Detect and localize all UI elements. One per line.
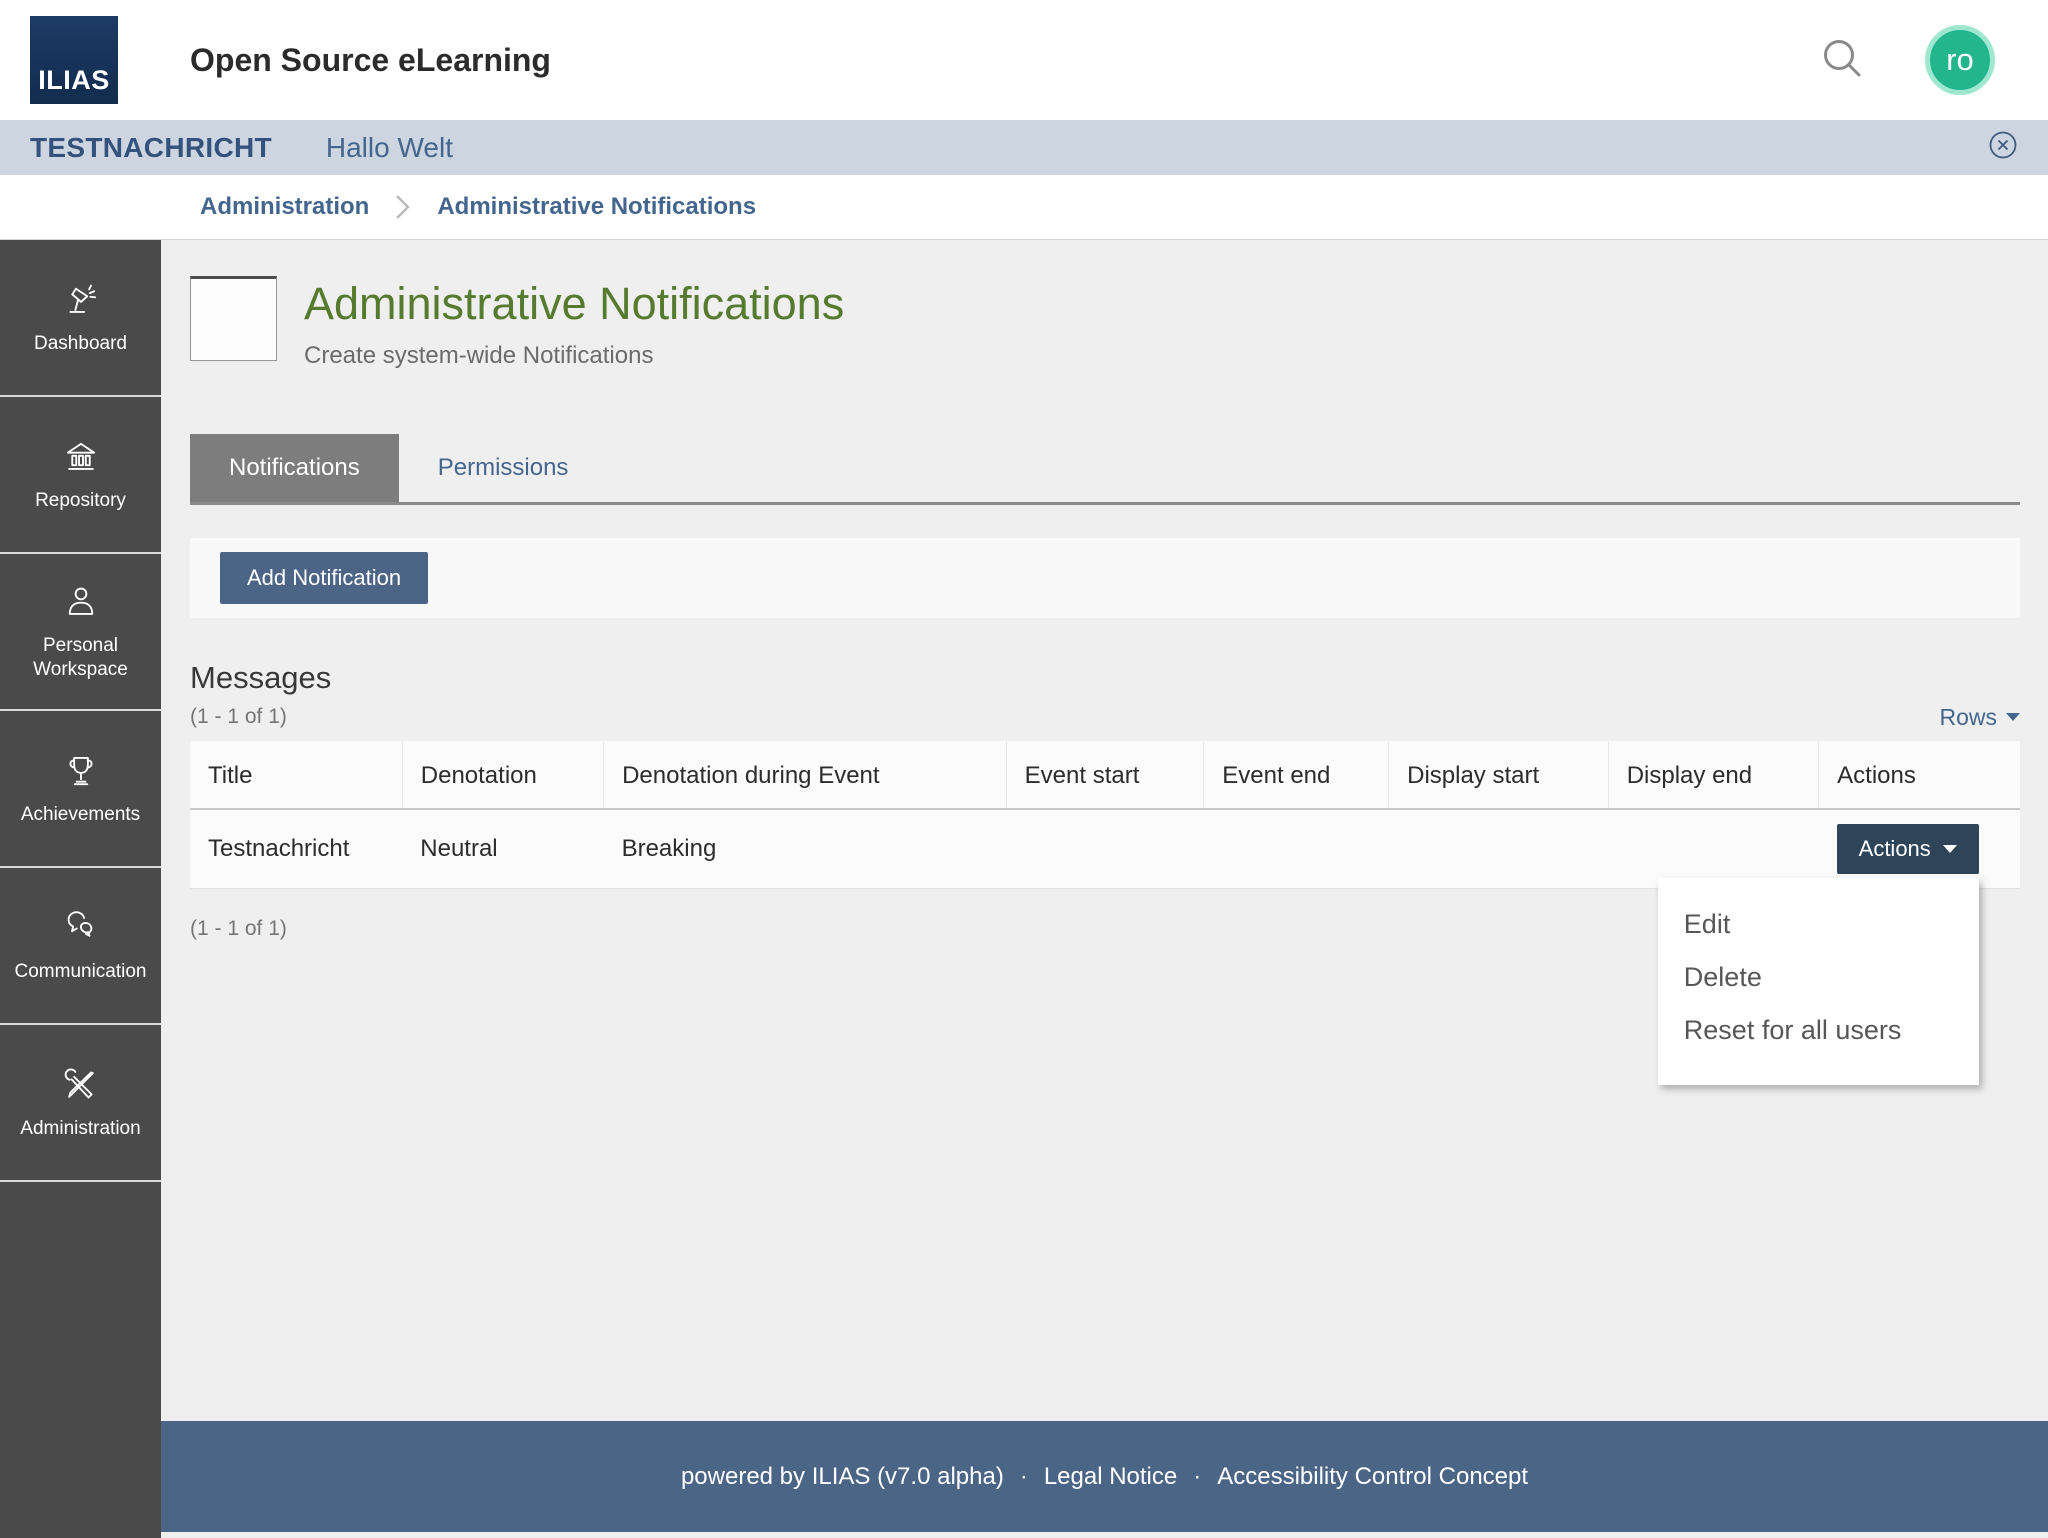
avatar-initials: ro — [1946, 42, 1974, 77]
chevron-down-icon — [1942, 844, 1957, 853]
person-icon — [61, 582, 101, 622]
search-button[interactable] — [1817, 34, 1869, 86]
footer-powered-by: powered by ILIAS (v7.0 alpha) — [680, 1462, 1004, 1490]
top-bar: ILIAS Open Source eLearning ro — [0, 0, 2048, 120]
column-header-display-end: Display end — [1608, 740, 1820, 810]
page-header: Administrative Notifications Create syst… — [190, 276, 2020, 370]
sidebar-item-administration[interactable]: Administration — [0, 1025, 161, 1182]
system-notification-bar: TESTNACHRICHT Hallo Welt — [0, 120, 2048, 175]
menu-item-delete[interactable]: Delete — [1658, 951, 1979, 1004]
menu-item-reset-for-all-users[interactable]: Reset for all users — [1658, 1004, 1979, 1057]
cell-display-start — [1389, 809, 1609, 888]
column-header-denotation-during-event: Denotation during Event — [603, 740, 1007, 810]
breadcrumb: Administration Administrative Notificati… — [0, 175, 2048, 240]
actions-button-label: Actions — [1858, 835, 1931, 861]
speech-bubbles-icon — [61, 908, 101, 948]
page-title: Administrative Notifications — [304, 278, 845, 329]
sidebar-item-label: Repository — [35, 489, 126, 511]
tab-notifications[interactable]: Notifications — [190, 433, 399, 502]
avatar[interactable]: ro — [1925, 25, 1995, 95]
table-row: Testnachricht Neutral Breaking Actions E… — [190, 809, 2020, 1085]
notification-message: Hallo Welt — [325, 131, 453, 163]
footer-link-accessibility[interactable]: Accessibility Control Concept — [1217, 1463, 1528, 1491]
sidebar-item-personal-workspace[interactable]: Personal Workspace — [0, 554, 161, 711]
cell-denotation: Neutral — [420, 834, 498, 862]
menu-item-edit[interactable]: Edit — [1658, 898, 1979, 951]
breadcrumb-administrative-notifications[interactable]: Administrative Notifications — [437, 193, 756, 221]
page-footer: powered by ILIAS (v7.0 alpha) · Legal No… — [161, 1421, 2048, 1532]
actions-menu: Edit Delete Reset for all users — [1657, 877, 1979, 1085]
search-icon — [1817, 40, 1869, 90]
main-sidebar: Dashboard Repository Personal Workspace … — [0, 240, 161, 1538]
sidebar-item-label: Dashboard — [34, 332, 127, 354]
bank-icon — [61, 437, 101, 477]
chevron-right-icon — [395, 194, 411, 220]
cell-display-end — [1608, 809, 1818, 888]
rows-dropdown[interactable]: Rows — [1939, 704, 2020, 731]
breadcrumb-administration[interactable]: Administration — [200, 193, 369, 221]
sidebar-item-dashboard[interactable]: Dashboard — [0, 240, 161, 397]
cell-actions: Actions Edit Delete Reset for all users — [1657, 809, 2020, 1085]
cell-title: Testnachricht — [208, 834, 350, 862]
messages-heading: Messages — [190, 659, 332, 695]
column-header-title: Title — [190, 740, 403, 810]
lamp-icon — [61, 280, 101, 320]
add-notification-button[interactable]: Add Notification — [220, 551, 429, 604]
toolbar: Add Notification — [190, 537, 2020, 618]
footer-separator: · — [1019, 1462, 1028, 1490]
object-icon-placeholder — [190, 276, 277, 361]
footer-separator: · — [1193, 1462, 1202, 1490]
footer-link-legal-notice[interactable]: Legal Notice — [1044, 1463, 1177, 1491]
messages-table: Title Denotation Denotation during Event… — [190, 740, 2020, 1085]
column-header-event-end: Event end — [1203, 740, 1390, 810]
table-header-row: Title Denotation Denotation during Event… — [190, 740, 2020, 810]
actions-dropdown-button[interactable]: Actions — [1836, 823, 1979, 874]
page-subtitle: Create system-wide Notifications — [304, 341, 654, 369]
sidebar-item-communication[interactable]: Communication — [0, 868, 161, 1025]
result-count-top: (1 - 1 of 1) — [190, 705, 287, 729]
column-header-denotation: Denotation — [402, 740, 605, 810]
cell-denotation-during-event: Breaking — [621, 834, 717, 862]
chevron-down-icon — [2006, 713, 2020, 722]
tab-permissions[interactable]: Permissions — [399, 434, 608, 502]
sidebar-item-achievements[interactable]: Achievements — [0, 711, 161, 868]
sidebar-item-label: Achievements — [20, 803, 141, 825]
brand-title: Open Source eLearning — [190, 41, 551, 78]
messages-table-panel: Title Denotation Denotation during Event… — [190, 740, 2020, 1085]
sidebar-item-repository[interactable]: Repository — [0, 397, 161, 554]
tab-bar: Notifications Permissions — [190, 433, 2020, 505]
cell-event-start — [1006, 809, 1204, 888]
trophy-icon — [61, 751, 101, 791]
main-content: Administrative Notifications Create syst… — [161, 240, 2048, 1538]
cell-event-end — [1204, 809, 1389, 888]
close-icon — [1988, 130, 2018, 165]
column-header-actions: Actions — [1818, 740, 2020, 810]
column-header-event-start: Event start — [1006, 740, 1205, 810]
rows-label: Rows — [1939, 703, 1997, 730]
notification-close-button[interactable] — [1988, 130, 2018, 165]
column-header-display-start: Display start — [1388, 740, 1609, 810]
ilias-logo[interactable]: ILIAS — [30, 16, 118, 104]
ilias-logo-text: ILIAS — [38, 65, 110, 95]
sidebar-item-label: Personal Workspace — [33, 634, 128, 680]
tools-icon — [61, 1065, 101, 1105]
sidebar-item-label: Communication — [14, 960, 147, 982]
notification-title: TESTNACHRICHT — [30, 131, 272, 163]
sidebar-item-label: Administration — [20, 1117, 141, 1139]
